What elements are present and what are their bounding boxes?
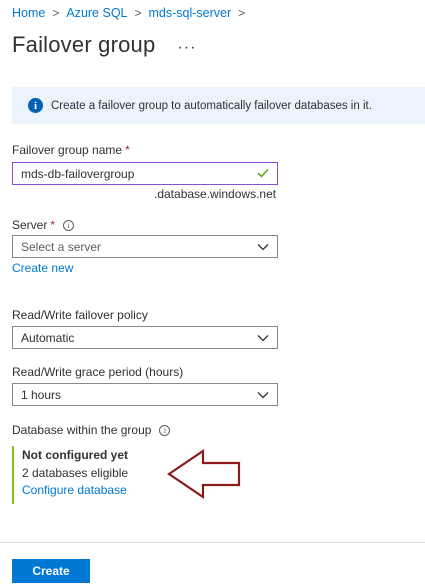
grace-period-select[interactable]: 1 hours [12, 383, 278, 406]
footer-divider [0, 542, 425, 543]
chevron-down-icon [257, 331, 269, 345]
chevron-down-icon [257, 240, 269, 254]
page-title: Failover group [12, 32, 156, 57]
server-select[interactable]: Select a server [12, 235, 278, 258]
failover-policy-value: Automatic [21, 330, 75, 345]
title-row: Failover group ··· [12, 32, 196, 58]
failover-policy-label: Read/Write failover policy [12, 308, 148, 322]
server-label: Server * i [12, 218, 75, 232]
failover-policy-select[interactable]: Automatic [12, 326, 278, 349]
chevron-right-icon: > [52, 6, 60, 20]
chevron-right-icon: > [134, 6, 142, 20]
required-mark: * [125, 143, 130, 157]
breadcrumb-home[interactable]: Home [12, 6, 45, 20]
create-new-server-link[interactable]: Create new [12, 261, 73, 275]
failover-group-name-input[interactable]: mds-db-failovergroup [12, 162, 278, 185]
chevron-right-icon: > [238, 6, 246, 20]
failover-group-name-value: mds-db-failovergroup [21, 166, 135, 181]
info-circle-icon[interactable]: i [159, 424, 171, 436]
annotation-arrow-icon [167, 449, 241, 499]
info-bar: i Create a failover group to automatical… [12, 87, 425, 124]
grace-period-value: 1 hours [21, 387, 62, 402]
required-mark: * [50, 218, 56, 232]
grace-period-label: Read/Write grace period (hours) [12, 365, 184, 379]
breadcrumb: Home > Azure SQL > mds-sql-server > [12, 6, 252, 20]
info-icon: i [28, 98, 43, 113]
breadcrumb-azure-sql[interactable]: Azure SQL [66, 6, 127, 20]
checkmark-icon [257, 167, 269, 181]
info-circle-icon[interactable]: i [63, 219, 75, 231]
chevron-down-icon [257, 388, 269, 402]
more-options-icon[interactable]: ··· [177, 39, 196, 57]
domain-suffix: .database.windows.net [154, 187, 277, 201]
breadcrumb-sql-server[interactable]: mds-sql-server [149, 6, 232, 20]
info-text: Create a failover group to automatically… [51, 99, 372, 112]
database-group-label: Database within the group i [12, 423, 171, 437]
server-select-placeholder: Select a server [21, 239, 102, 254]
create-button[interactable]: Create [12, 559, 90, 583]
failover-group-name-label: Failover group name * [12, 143, 130, 157]
